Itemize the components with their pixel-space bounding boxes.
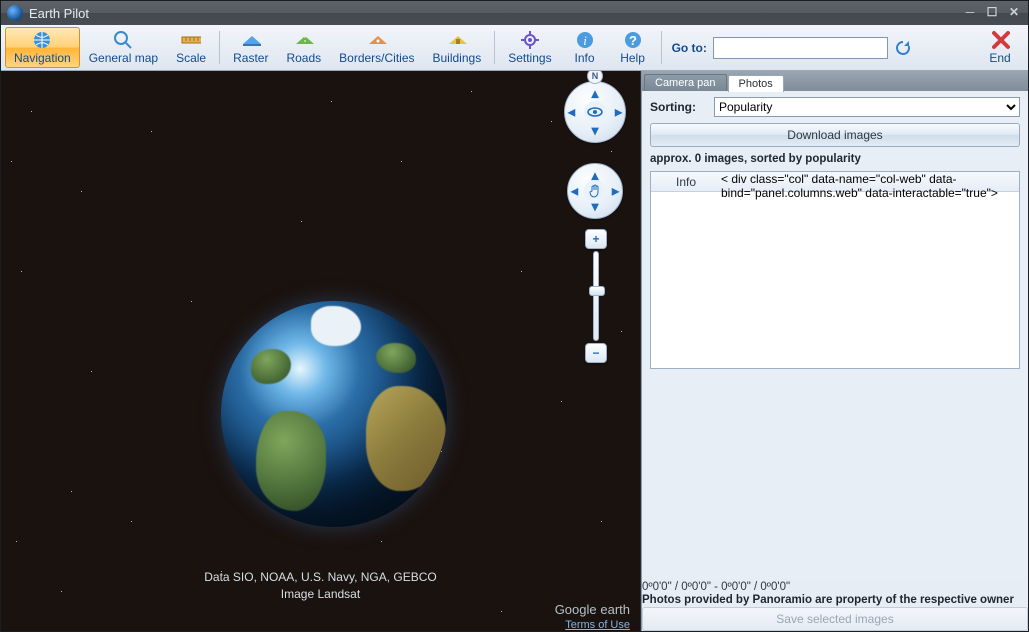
side-panel: Camera pan Photos Sorting: Popularity Do… [641, 71, 1028, 631]
globe-viewport[interactable]: N ▴ ▾ ◂ ▸ ▴ ▾ ◂ ▸ + [1, 71, 641, 631]
panoramio-credit: Photos provided by Panoramio are propert… [642, 593, 1028, 607]
tab-strip: Camera pan Photos [642, 71, 1028, 91]
toolbar-scale[interactable]: Scale [167, 27, 215, 68]
compass-control[interactable]: N ▴ ▾ ◂ ▸ [564, 81, 626, 143]
toolbar-label: Navigation [14, 51, 71, 65]
hand-icon[interactable] [584, 180, 606, 202]
svg-text:?: ? [629, 33, 637, 48]
close-button[interactable]: ✕ [1006, 6, 1022, 20]
toolbar-label: End [989, 51, 1010, 65]
globe-icon [32, 30, 52, 50]
separator [494, 31, 495, 64]
toolbar-borders-cities[interactable]: Borders/Cities [330, 27, 423, 68]
roads-icon [294, 30, 314, 50]
refresh-icon[interactable] [894, 39, 912, 57]
toolbar-general-map[interactable]: General map [80, 27, 167, 68]
toolbar-navigation[interactable]: Navigation [5, 27, 80, 68]
toolbar-end[interactable]: End [976, 27, 1024, 68]
tab-camera-pan[interactable]: Camera pan [644, 74, 727, 91]
app-window: Earth Pilot ─ ☐ ✕ Navigation General map… [0, 0, 1029, 632]
separator [219, 31, 220, 64]
goto-label: Go to: [672, 41, 707, 55]
titlebar[interactable]: Earth Pilot ─ ☐ ✕ [1, 1, 1028, 25]
app-title: Earth Pilot [29, 6, 962, 21]
toolbar-label: Raster [233, 51, 268, 65]
borders-icon [367, 30, 387, 50]
image-count-status: approx. 0 images, sorted by popularity [650, 153, 1020, 165]
terms-link[interactable]: Terms of Use [565, 619, 630, 631]
toolbar-settings[interactable]: Settings [499, 27, 560, 68]
help-icon: ? [623, 30, 643, 50]
sorting-row: Sorting: Popularity [650, 97, 1020, 117]
sorting-select[interactable]: Popularity [714, 97, 1020, 117]
toolbar-label: Help [620, 51, 645, 65]
images-grid: Info < div class="col" data-name="col-we… [650, 171, 1020, 369]
svg-text:i: i [583, 33, 587, 48]
zoom-thumb[interactable] [589, 286, 605, 296]
magnifier-icon [113, 30, 133, 50]
toolbar-buildings[interactable]: Buildings [424, 27, 491, 68]
tilt-up-icon[interactable]: ▴ [591, 85, 598, 102]
panel-body: Sorting: Popularity Download images appr… [642, 91, 1028, 579]
toolbar-label: General map [89, 51, 158, 65]
goto-group: Go to: [666, 27, 918, 68]
grid-body[interactable] [650, 375, 1020, 571]
tilt-down-icon[interactable]: ▾ [591, 122, 598, 139]
content-area: N ▴ ▾ ◂ ▸ ▴ ▾ ◂ ▸ + [1, 71, 1028, 631]
zoom-in-button[interactable]: + [585, 229, 607, 249]
toolbar-label: Borders/Cities [339, 51, 414, 65]
minimize-button[interactable]: ─ [962, 6, 978, 20]
credit-line-2: Image Landsat [1, 586, 640, 603]
goto-input[interactable] [713, 37, 888, 59]
close-x-icon [990, 30, 1010, 50]
raster-icon [241, 30, 261, 50]
toolbar-help[interactable]: ? Help [609, 27, 657, 68]
toolbar-label: Scale [176, 51, 206, 65]
gear-icon [520, 30, 540, 50]
grid-header: Info < div class="col" data-name="col-we… [651, 172, 1019, 192]
app-icon [7, 5, 23, 21]
window-controls: ─ ☐ ✕ [962, 6, 1022, 20]
toolbar-label: Settings [508, 51, 551, 65]
buildings-icon [447, 30, 467, 50]
toolbar: Navigation General map Scale Raster Road… [1, 25, 1028, 71]
toolbar-label: Info [575, 51, 595, 65]
tab-photos[interactable]: Photos [728, 75, 784, 92]
info-icon: i [575, 30, 595, 50]
compass-north[interactable]: N [587, 71, 603, 84]
toolbar-raster[interactable]: Raster [224, 27, 277, 68]
toolbar-label: Buildings [433, 51, 482, 65]
zoom-out-button[interactable]: − [585, 343, 607, 363]
toolbar-info[interactable]: i Info [561, 27, 609, 68]
coords-readout: 0º0'0" / 0º0'0" - 0º0'0" / 0º0'0" [642, 579, 1028, 593]
sorting-label: Sorting: [650, 100, 706, 114]
separator [661, 31, 662, 64]
download-images-button[interactable]: Download images [650, 123, 1020, 147]
pan-right-icon[interactable]: ▸ [612, 183, 619, 200]
eye-icon[interactable] [584, 101, 606, 123]
pan-left-icon[interactable]: ◂ [571, 183, 578, 200]
toolbar-roads[interactable]: Roads [277, 27, 330, 68]
zoom-control: + − [582, 229, 610, 363]
rotate-right-icon[interactable]: ▸ [615, 104, 622, 121]
pan-control[interactable]: ▴ ▾ ◂ ▸ [567, 163, 623, 219]
earth-globe [221, 301, 447, 527]
save-images-button[interactable]: Save selected images [642, 607, 1028, 631]
ruler-icon [181, 30, 201, 50]
credit-line-1: Data SIO, NOAA, U.S. Navy, NGA, GEBCO [1, 569, 640, 586]
rotate-left-icon[interactable]: ◂ [568, 104, 575, 121]
maximize-button[interactable]: ☐ [984, 6, 1000, 20]
col-info[interactable]: Info [651, 172, 721, 191]
map-credits: Data SIO, NOAA, U.S. Navy, NGA, GEBCO Im… [1, 569, 640, 603]
google-earth-brand: Google earth [555, 602, 630, 619]
zoom-slider[interactable] [593, 251, 599, 341]
toolbar-label: Roads [286, 51, 321, 65]
